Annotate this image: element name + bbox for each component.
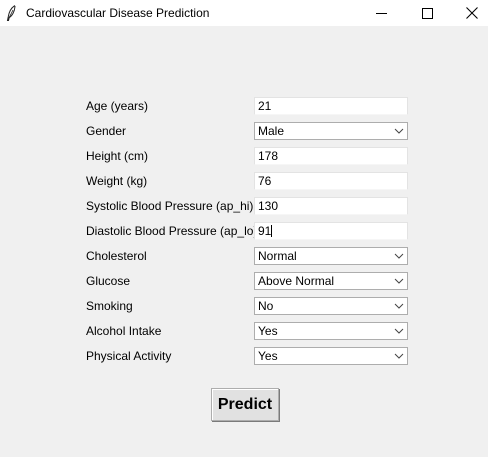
height-label: Height (cm) [86,149,149,163]
alcohol-label: Alcohol Intake [86,324,162,338]
alcohol-value: Yes [258,324,278,338]
weight-input[interactable]: 76 [254,172,408,190]
systolic-bp-input[interactable]: 130 [254,197,408,215]
diastolic-bp-value: 91 [258,224,272,238]
gender-dropdown[interactable]: Male [254,122,408,140]
smoking-value: No [258,299,274,313]
diastolic-bp-input[interactable]: 91 [254,222,408,240]
glucose-label: Glucose [86,274,131,288]
activity-value: Yes [258,349,278,363]
smoking-label: Smoking [86,299,133,313]
window-title: Cardiovascular Disease Prediction [26,6,210,20]
glucose-dropdown[interactable]: Above Normal [254,272,408,290]
gender-value: Male [258,124,285,138]
feather-icon [6,5,16,21]
chevron-down-icon [394,278,404,284]
predict-button[interactable]: Predict [211,388,279,421]
gender-label: Gender [86,124,127,138]
age-label: Age (years) [86,99,149,113]
close-icon [466,7,478,19]
age-value: 21 [258,99,272,113]
alcohol-dropdown[interactable]: Yes [254,322,408,340]
systolic-bp-value: 130 [258,199,279,213]
maximize-button[interactable] [404,0,450,26]
minimize-icon [375,12,387,14]
smoking-dropdown[interactable]: No [254,297,408,315]
chevron-down-icon [394,328,404,334]
cholesterol-dropdown[interactable]: Normal [254,247,408,265]
chevron-down-icon [394,353,404,359]
chevron-down-icon [394,253,404,259]
weight-label: Weight (kg) [86,174,148,188]
height-input[interactable]: 178 [254,147,408,165]
close-button[interactable] [449,0,488,26]
systolic-bp-label: Systolic Blood Pressure (ap_hi) [86,199,254,213]
text-caret [271,225,273,237]
chevron-down-icon [394,303,404,309]
chevron-down-icon [394,128,404,134]
cholesterol-value: Normal [258,249,297,263]
weight-value: 76 [258,174,272,188]
activity-label: Physical Activity [86,349,172,363]
diastolic-bp-label: Diastolic Blood Pressure (ap_lo) [86,224,258,238]
minimize-button[interactable] [358,0,404,26]
age-input[interactable]: 21 [254,97,408,115]
maximize-icon [421,7,433,19]
title-bar[interactable]: Cardiovascular Disease Prediction [0,0,488,26]
cholesterol-label: Cholesterol [86,249,147,263]
glucose-value: Above Normal [258,274,335,288]
activity-dropdown[interactable]: Yes [254,347,408,365]
height-value: 178 [258,149,279,163]
